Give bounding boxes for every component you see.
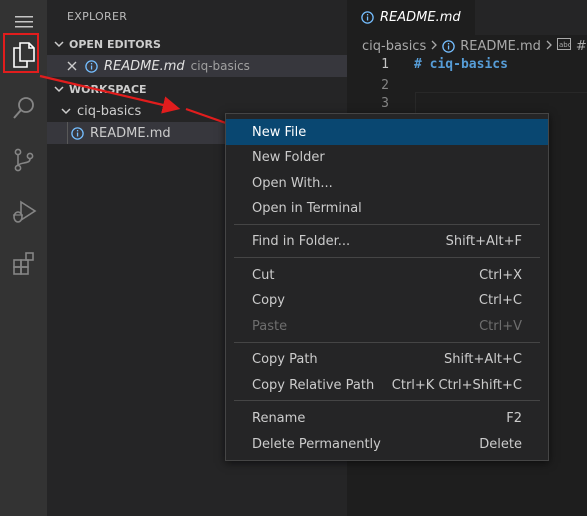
menu-item-new-folder[interactable]: New Folder	[226, 144, 548, 170]
menu-item-label: Copy	[252, 292, 285, 308]
context-menu: New File New Folder Open With... Open in…	[225, 113, 549, 461]
menu-item-label: Copy Relative Path	[252, 377, 375, 393]
menu-item-find-in-folder[interactable]: Find in Folder... Shift+Alt+F	[226, 228, 548, 254]
menu-item-label: Find in Folder...	[252, 233, 351, 249]
menu-item-rename[interactable]: Rename F2	[226, 405, 548, 431]
menu-separator	[234, 224, 540, 225]
menu-separator	[234, 342, 540, 343]
menu-item-shortcut: Delete	[479, 436, 522, 452]
menu-item-label: Open With...	[252, 175, 333, 191]
menu-item-label: Cut	[252, 267, 275, 283]
menu-item-open-with[interactable]: Open With...	[226, 170, 548, 196]
menu-item-shortcut: Shift+Alt+F	[445, 233, 522, 249]
menu-item-label: New Folder	[252, 149, 325, 165]
menu-item-copy[interactable]: Copy Ctrl+C	[226, 287, 548, 313]
menu-item-label: Delete Permanently	[252, 436, 381, 452]
menu-item-shortcut: Ctrl+X	[479, 267, 522, 283]
menu-item-new-file[interactable]: New File	[226, 119, 548, 145]
annotation-arrow	[39, 74, 181, 114]
menu-item-copy-path[interactable]: Copy Path Shift+Alt+C	[226, 346, 548, 372]
menu-item-label: Open in Terminal	[252, 200, 362, 216]
menu-item-cut[interactable]: Cut Ctrl+X	[226, 262, 548, 288]
menu-separator	[234, 257, 540, 258]
menu-item-shortcut: Ctrl+V	[479, 318, 522, 334]
menu-item-shortcut: Shift+Alt+C	[443, 351, 522, 367]
menu-item-open-in-terminal[interactable]: Open in Terminal	[226, 195, 548, 221]
menu-item-label: Paste	[252, 318, 288, 334]
menu-item-label: Rename	[252, 410, 306, 426]
menu-item-shortcut: F2	[506, 410, 522, 426]
menu-item-label: New File	[252, 124, 307, 140]
menu-separator	[234, 400, 540, 401]
menu-item-paste: Paste Ctrl+V	[226, 313, 548, 339]
menu-item-shortcut: Ctrl+K Ctrl+Shift+C	[391, 377, 522, 393]
menu-item-shortcut: Ctrl+C	[478, 292, 522, 308]
menu-item-copy-relative-path[interactable]: Copy Relative Path Ctrl+K Ctrl+Shift+C	[226, 372, 548, 398]
menu-item-delete-permanently[interactable]: Delete Permanently Delete	[226, 431, 548, 457]
menu-item-label: Copy Path	[252, 351, 318, 367]
